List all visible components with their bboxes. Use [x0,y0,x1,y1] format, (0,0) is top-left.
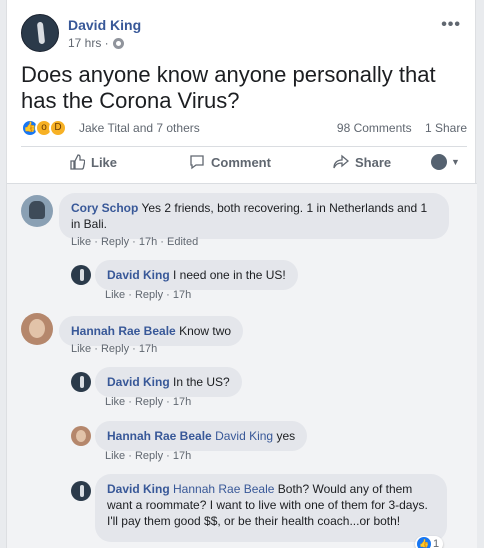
comment-button[interactable]: Comment [189,154,271,170]
reactions-bar: 👍 o D Jake Tital and 7 others 98 Comment… [21,118,467,140]
comment-edited[interactable]: Edited [167,236,198,248]
comment-text: I need one in the US! [173,268,286,282]
post-actions: Like Comment Share ▼ [21,148,467,182]
like-button[interactable]: Like [69,154,117,170]
like-count-value: 1 [433,538,440,548]
comment-like-link[interactable]: Like [71,343,91,355]
comment-icon [190,155,204,170]
post-meta: 17 hrs · [68,36,124,50]
post-card: David King 17 hrs · ••• Does anyone know… [6,0,477,548]
post-text: Does anyone know anyone personally that … [21,62,436,113]
comment-actions: Like · Reply · 17h [105,289,192,301]
comment-mention[interactable]: David King [215,429,273,443]
comment-time[interactable]: 17h [173,289,191,301]
comment-text: Know two [179,324,232,338]
avatar[interactable] [21,313,53,345]
comment-label: Comment [211,154,271,170]
comment-author[interactable]: David King [107,375,170,389]
comment-bubble: Cory Schop Yes 2 friends, both recoverin… [59,193,449,239]
comment-bubble: David King I need one in the US! [95,260,298,290]
post-counts: 98 Comments 1 Share [337,121,467,135]
shares-count[interactable]: 1 Share [425,121,467,135]
comment-reply-link[interactable]: Reply [135,450,163,462]
comment-like-link[interactable]: Like [105,289,125,301]
comment-like-count[interactable]: 👍 1 [415,536,444,548]
user-avatar-icon [431,154,447,170]
comment-author[interactable]: David King [107,482,170,496]
post-time[interactable]: 17 hrs · [68,36,109,50]
comment-bubble: David King In the US? [95,367,242,397]
like-icon: 👍 [417,537,431,548]
comment-time[interactable]: 17h [173,450,191,462]
comment-text: In the US? [173,375,230,389]
avatar[interactable] [71,372,91,392]
comment-like-link[interactable]: Like [71,236,91,248]
more-options-icon[interactable]: ••• [441,16,461,34]
comment-time[interactable]: 17h [139,343,157,355]
comment-bubble: Hannah Rae Beale Know two [59,316,244,346]
avatar[interactable] [71,265,91,285]
comment-reply-link[interactable]: Reply [135,289,163,301]
comment-author[interactable]: Hannah Rae Beale [107,429,212,443]
comment-time[interactable]: 17h [173,396,191,408]
share-icon [333,154,349,169]
globe-icon [112,37,124,49]
comment-reply-link[interactable]: Reply [101,236,129,248]
avatar[interactable] [71,481,91,501]
post-author[interactable]: David King [68,17,141,33]
like-label: Like [91,154,118,170]
comment-actions: Like · Reply · 17h [105,450,192,462]
comment-reply-link[interactable]: Reply [101,343,129,355]
comment-like-link[interactable]: Like [105,396,125,408]
avatar[interactable] [21,195,53,227]
divider [7,183,477,184]
reaction-icons[interactable]: 👍 o D [21,119,77,137]
comment-actions: Like · Reply · 17h [105,396,192,408]
divider [21,146,467,147]
reaction-names[interactable]: Jake Tital and 7 others [79,121,200,135]
thumbs-up-icon [70,154,85,170]
comment-mention[interactable]: Hannah Rae Beale [173,482,274,496]
comment-bubble: Hannah Rae Beale David King yes [95,421,308,451]
author-avatar[interactable] [21,14,59,52]
comment-text: yes [276,429,296,443]
share-button[interactable]: Share [333,154,391,170]
comment-bubble: David King Hannah Rae Beale Both? Would … [95,474,447,542]
share-label: Share [355,154,392,170]
comment-author[interactable]: David King [107,268,170,282]
post-header: David King 17 hrs · ••• [21,14,461,56]
comment-like-link[interactable]: Like [105,450,125,462]
comment-time[interactable]: 17h [139,236,157,248]
comments-section: Cory Schop Yes 2 friends, both recoverin… [7,183,477,548]
comment-actions: Like · Reply · 17h · Edited [71,236,199,248]
comment-actions: Like · Reply · 17h [71,343,158,355]
chevron-down-icon: ▼ [451,157,460,167]
comment-reply-link[interactable]: Reply [135,396,163,408]
comment-author[interactable]: Hannah Rae Beale [71,324,176,338]
avatar[interactable] [71,426,91,446]
comments-count[interactable]: 98 Comments [337,121,412,135]
haha-icon: D [49,119,67,137]
comment-author[interactable]: Cory Schop [71,201,138,215]
audience-selector[interactable]: ▼ [431,154,460,170]
